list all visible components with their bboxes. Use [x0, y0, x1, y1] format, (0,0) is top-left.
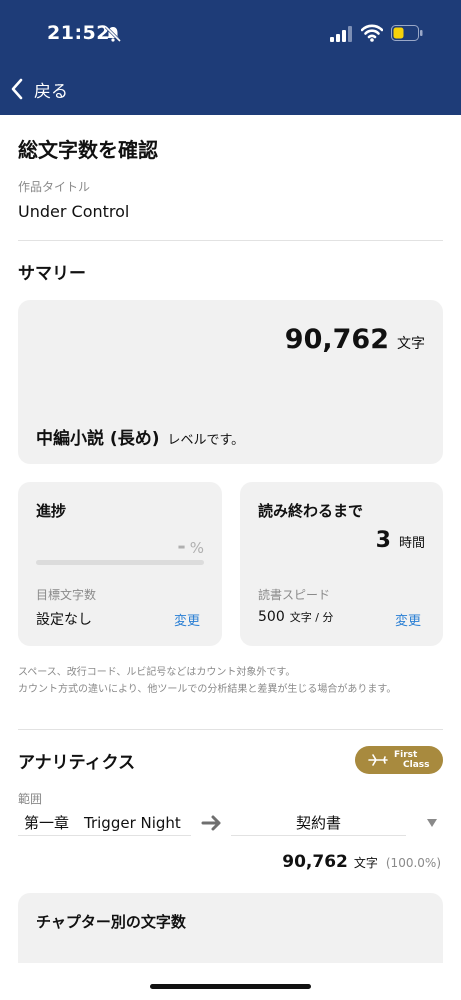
work-title-label: 作品タイトル — [18, 180, 91, 194]
badge-line-2: Class — [403, 760, 430, 770]
reading-speed-label: 読書スピード — [258, 588, 331, 602]
level-name: 中編小説 (長め) — [36, 429, 160, 449]
range-total-percent: (100.0%) — [385, 856, 441, 870]
goal-value-text: 設定なし — [36, 612, 92, 628]
progress-percent: - % — [177, 534, 204, 558]
change-goal-button[interactable]: 変更 — [174, 610, 200, 629]
badge-line-1: First — [394, 750, 418, 760]
work-title-value: Under Control — [18, 202, 130, 221]
home-indicator[interactable] — [150, 984, 311, 989]
summary-card: 90,762 文字 中編小説 (長め) レベルです。 — [18, 300, 443, 464]
reading-speed: 500 文字 / 分 — [258, 609, 333, 625]
top-bar: 21:52 戻る — [0, 0, 461, 115]
reading-time-title: 読み終わるまで — [258, 502, 364, 520]
note-line-2: カウント方式の違いにより、他ツールでの分析結果と差異が生じる場合があります。 — [18, 684, 397, 695]
status-time: 21:52 — [47, 22, 110, 44]
reading-speed-value: 500 — [258, 609, 285, 625]
total-char-number: 90,762 — [284, 324, 389, 355]
goal-label: 目標文字数 — [36, 588, 97, 602]
level-suffix: レベルです。 — [167, 433, 245, 448]
reading-time-value: 3 — [375, 528, 391, 553]
progress-title: 進捗 — [36, 502, 67, 520]
analytics-section-title: アナリティクス — [18, 753, 136, 773]
range-total-number: 90,762 — [282, 852, 348, 872]
back-label: 戻る — [34, 81, 68, 102]
first-class-badge[interactable]: First Class — [355, 746, 443, 774]
arrow-right-icon — [201, 815, 221, 831]
note-line-1: スペース、改行コード、ルビ記号などはカウント対象外です。 — [18, 667, 296, 678]
divider — [18, 240, 443, 241]
progress-percent-value: - — [177, 534, 186, 558]
reading-speed-unit: 文字 / 分 — [289, 611, 334, 624]
reading-time-card: 読み終わるまで 3 時間 読書スピード 500 文字 / 分 変更 — [240, 482, 443, 646]
reading-time: 3 時間 — [376, 528, 425, 553]
chapter-counts-title: チャプター別の文字数 — [36, 913, 186, 931]
summary-section-title: サマリー — [18, 264, 86, 284]
level-row: 中編小説 (長め) レベルです。 — [36, 424, 244, 449]
range-label: 範囲 — [18, 792, 43, 806]
back-button[interactable]: 戻る — [10, 76, 68, 102]
chevron-left-icon — [11, 78, 23, 100]
range-total-unit: 文字 — [353, 856, 378, 870]
change-speed-button[interactable]: 変更 — [395, 610, 421, 629]
wifi-icon — [361, 24, 383, 42]
battery-icon — [391, 25, 423, 41]
goal-value: 設定なし — [36, 609, 92, 629]
progress-bar — [36, 560, 204, 565]
range-total: 90,762 文字 (100.0%) — [282, 852, 441, 872]
divider — [18, 729, 443, 730]
range-start-select[interactable]: 第一章 Trigger Night — [18, 812, 191, 836]
bell-off-icon — [104, 25, 122, 43]
cellular-signal-icon — [330, 26, 352, 42]
total-char-count: 90,762 文字 — [285, 324, 425, 355]
progress-percent-unit: % — [189, 539, 204, 557]
airplane-icon — [368, 754, 388, 766]
total-char-unit: 文字 — [397, 336, 425, 352]
range-end-select[interactable]: 契約書 — [231, 812, 406, 836]
chapter-counts-card: チャプター別の文字数 — [18, 893, 443, 963]
reading-time-unit: 時間 — [398, 536, 425, 551]
page-title: 総文字数を確認 — [18, 138, 158, 162]
dropdown-triangle-icon[interactable] — [426, 818, 438, 828]
progress-card: 進捗 - % 目標文字数 設定なし 変更 — [18, 482, 222, 646]
